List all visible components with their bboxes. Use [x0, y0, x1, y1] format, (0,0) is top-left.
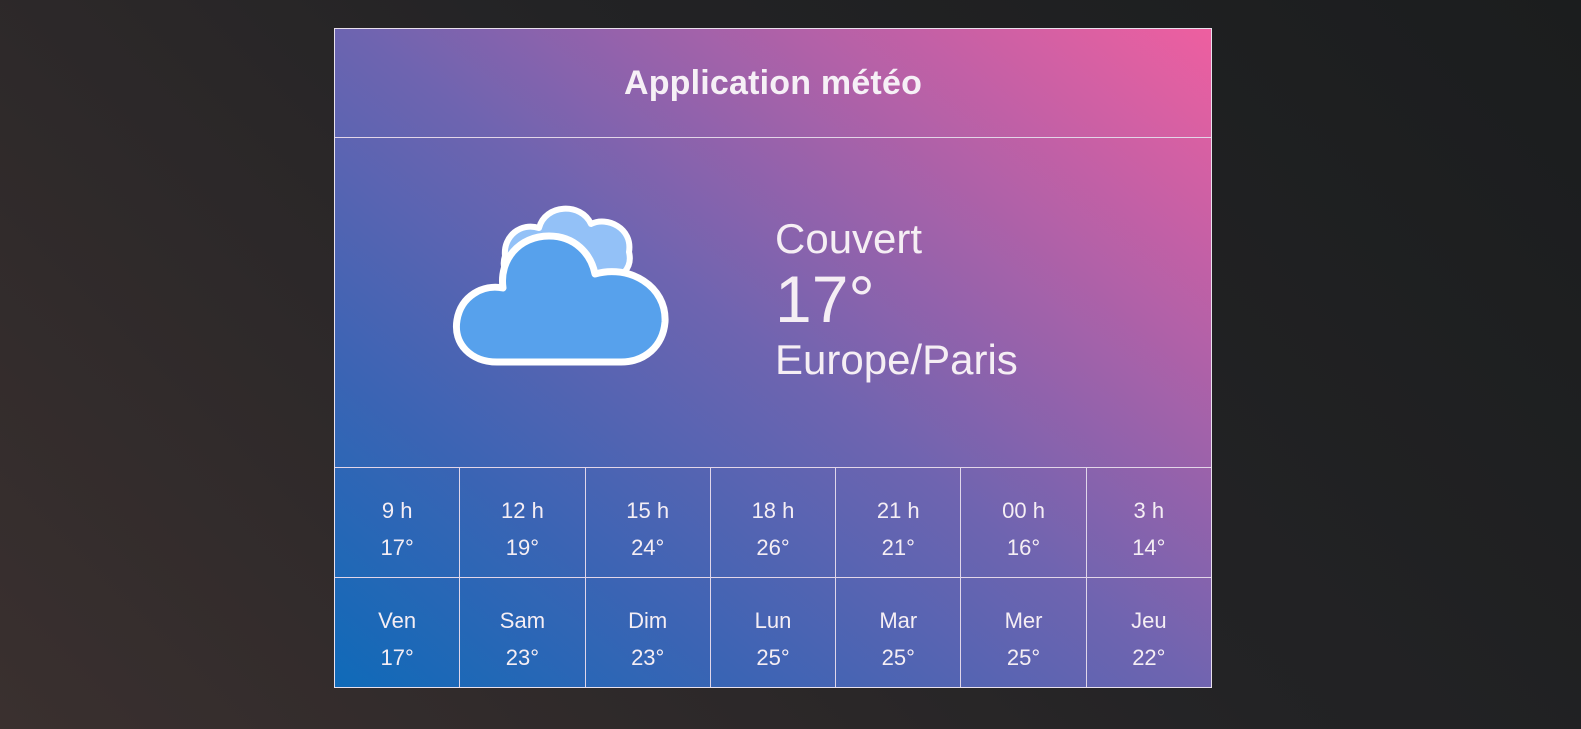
current-temperature: 17° — [775, 262, 875, 336]
location-label: Europe/Paris — [775, 336, 1018, 383]
daily-item: Sam 23° — [460, 578, 586, 687]
day-label: Ven — [378, 608, 417, 633]
hourly-item: 18 h 26° — [711, 468, 837, 577]
weather-app: Application météo Couvert 17° Europe/Par… — [334, 28, 1212, 688]
hour-label: 21 h — [876, 498, 920, 523]
hour-temp: 26° — [756, 535, 790, 560]
current-info: Couvert 17° Europe/Paris — [775, 214, 1018, 386]
day-label: Sam — [499, 608, 546, 633]
daily-item: Ven 17° — [335, 578, 461, 687]
day-label: Mar — [879, 608, 918, 633]
hourly-item: 15 h 24° — [586, 468, 711, 577]
current-weather: Couvert 17° Europe/Paris — [335, 138, 1211, 468]
hour-label: 3 h — [1133, 498, 1165, 523]
hour-temp: 24° — [631, 535, 665, 560]
day-label: Jeu — [1131, 608, 1167, 633]
daily-item: Mer 25° — [961, 578, 1087, 687]
hourly-forecast: 9 h 17° 12 h 19° 15 h 24° 18 h 26° 21 h 21° 0… — [335, 468, 1211, 578]
hour-label: 18 h — [751, 498, 795, 523]
app-title: Application météo — [623, 63, 923, 102]
day-temp: 17° — [380, 645, 414, 670]
day-temp: 23° — [505, 645, 540, 670]
day-label: Dim — [628, 608, 668, 633]
day-label: Mer — [1004, 608, 1043, 633]
day-temp: 25° — [881, 645, 915, 670]
hour-temp: 21° — [881, 535, 915, 560]
weather-description: Couvert — [775, 215, 923, 262]
cloudy-icon — [452, 205, 669, 366]
hour-label: 12 h — [501, 498, 544, 523]
hour-temp: 14° — [1132, 535, 1166, 560]
hour-label: 00 h — [1002, 498, 1045, 523]
daily-item: Dim 23° — [586, 578, 711, 687]
daily-item: Lun 25° — [711, 578, 837, 687]
hourly-item: 00 h 16° — [961, 468, 1087, 577]
daily-forecast: Ven 17° Sam 23° Dim 23° Lun 25° Mar 25° Mer 25… — [335, 578, 1211, 687]
hour-temp: 16° — [1006, 535, 1041, 560]
day-label: Lun — [754, 608, 792, 633]
hourly-item: 9 h 17° — [335, 468, 461, 577]
hourly-item: 12 h 19° — [460, 468, 586, 577]
daily-item: Mar 25° — [836, 578, 962, 687]
daily-item: Jeu 22° — [1087, 578, 1211, 687]
day-temp: 25° — [1006, 645, 1041, 670]
day-temp: 22° — [1132, 645, 1166, 670]
day-temp: 23° — [631, 645, 665, 670]
day-temp: 25° — [756, 645, 790, 670]
hourly-item: 3 h 14° — [1087, 468, 1211, 577]
hour-label: 15 h — [626, 498, 670, 523]
app-header: Application météo — [335, 29, 1211, 138]
hourly-item: 21 h 21° — [836, 468, 962, 577]
hour-temp: 17° — [380, 535, 414, 560]
hour-temp: 19° — [505, 535, 540, 560]
hour-label: 9 h — [381, 498, 413, 523]
